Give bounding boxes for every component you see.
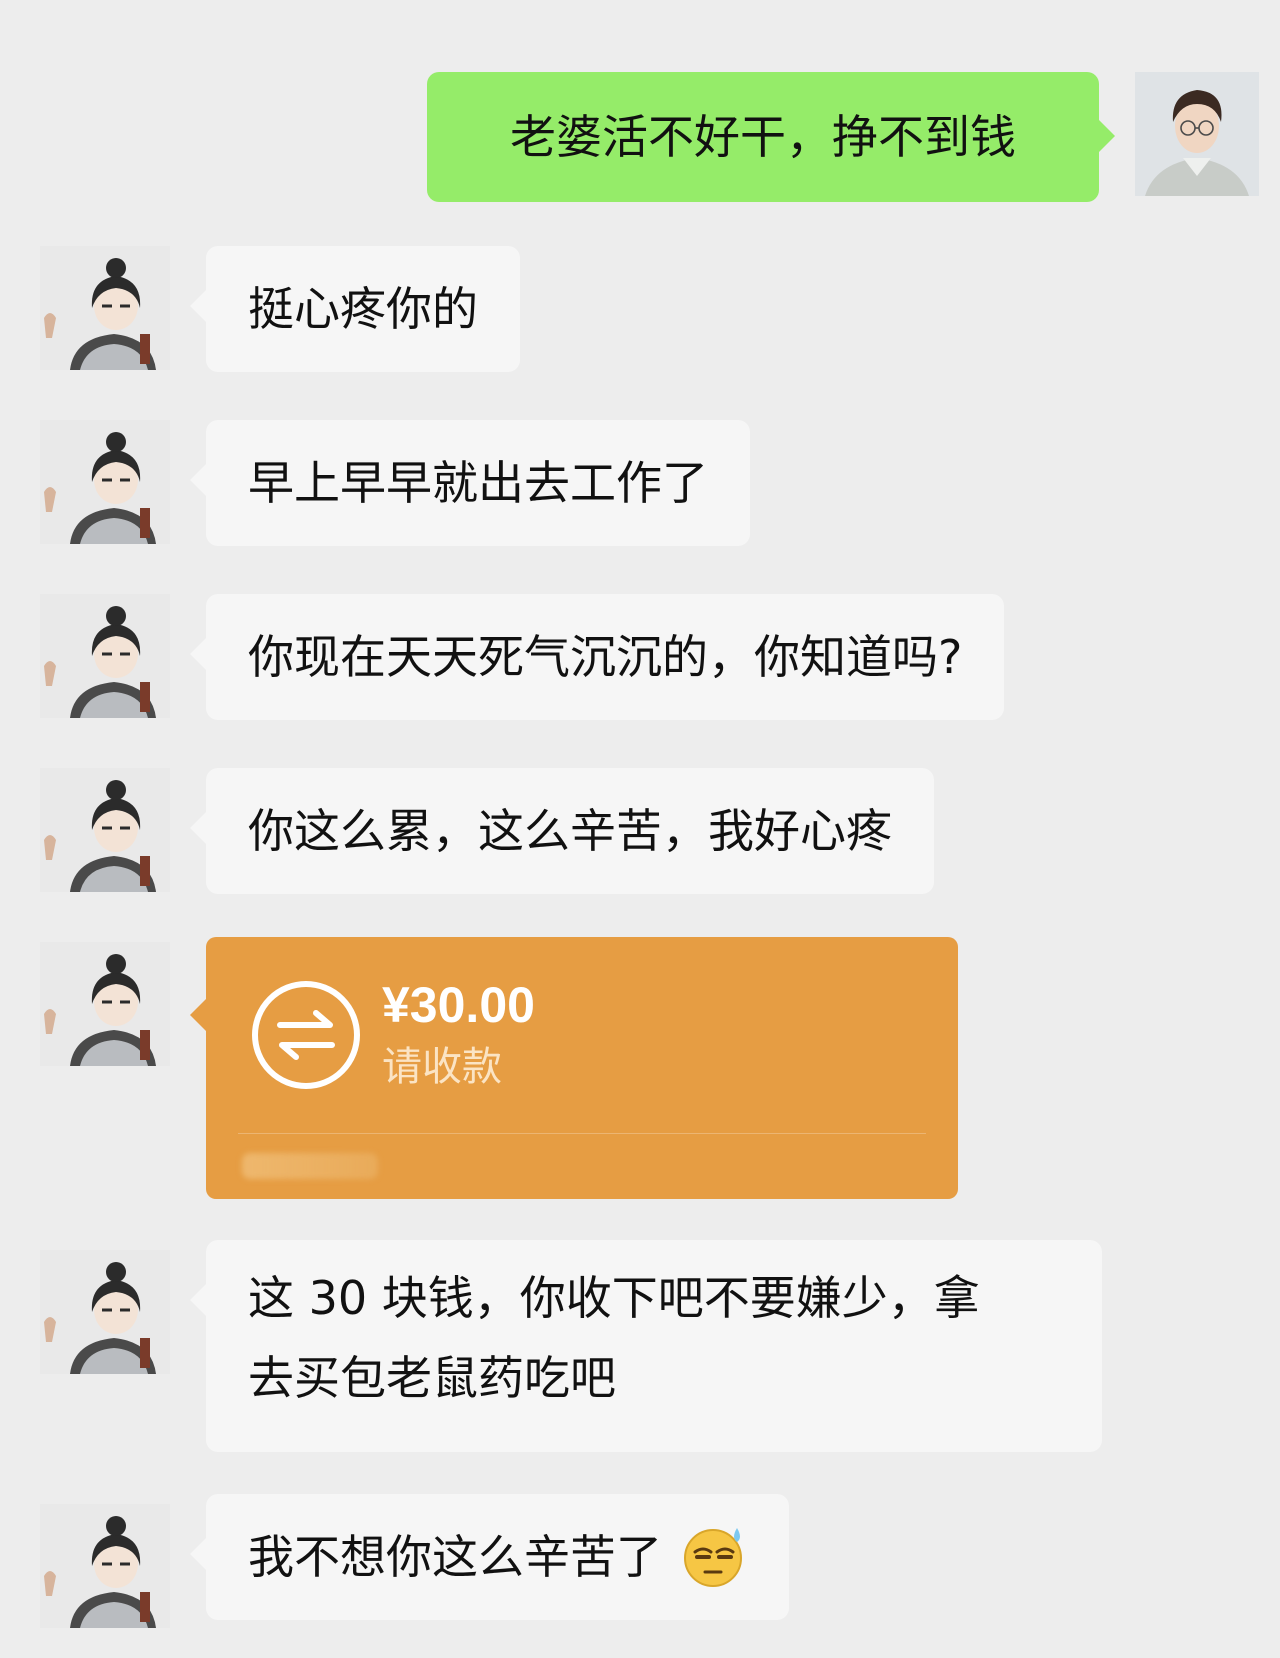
- contact-avatar[interactable]: [40, 1504, 170, 1628]
- message-text: 老婆活不好干，挣不到钱: [510, 110, 1016, 164]
- contact-avatar-image: [40, 1504, 170, 1628]
- contact-message-bubble[interactable]: 这 30 块钱，你收下吧不要嫌少，拿 去买包老鼠药吃吧: [190, 1240, 1102, 1452]
- contact-avatar[interactable]: [40, 246, 170, 370]
- transfer-divider: [238, 1133, 926, 1134]
- message-text: 你这么累，这么辛苦，我好心疼: [248, 804, 892, 858]
- contact-message-bubble[interactable]: 早上早早就出去工作了: [190, 420, 750, 546]
- contact-message-bubble[interactable]: 我不想你这么辛苦了: [190, 1494, 789, 1620]
- contact-avatar-image: [40, 1250, 170, 1374]
- message-text-line: 这 30 块钱，你收下吧不要嫌少，拿: [248, 1271, 980, 1325]
- transfer-amount: ¥30.00: [382, 977, 535, 1033]
- sweat-face-emoji: [681, 1522, 747, 1588]
- transfer-footer-blurred: [242, 1153, 378, 1179]
- contact-avatar-image: [40, 594, 170, 718]
- message-text: 我不想你这么辛苦了: [248, 1530, 662, 1584]
- contact-message-bubble[interactable]: 你现在天天死气沉沉的，你知道吗?: [189, 594, 1005, 720]
- transfer-card[interactable]: ¥30.00 请收款: [190, 937, 958, 1199]
- contact-avatar-image: [40, 942, 170, 1066]
- contact-avatar[interactable]: [40, 594, 170, 718]
- message-text: 早上早早就出去工作了: [248, 456, 708, 510]
- chat-conversation: 老婆活不好干，挣不到钱 挺心疼你的 早上早早就出去工作了 你现在天天死气沉沉的，…: [0, 0, 1280, 1658]
- self-message-bubble[interactable]: 老婆活不好干，挣不到钱: [427, 72, 1115, 202]
- contact-avatar-image: [40, 420, 170, 544]
- contact-avatar[interactable]: [40, 942, 170, 1066]
- message-text: 你现在天天死气沉沉的，你知道吗?: [248, 630, 963, 684]
- transfer-status: 请收款: [382, 1044, 502, 1090]
- contact-avatar[interactable]: [40, 768, 170, 892]
- contact-message-bubble[interactable]: 你这么累，这么辛苦，我好心疼: [190, 768, 934, 894]
- contact-avatar-image: [40, 768, 170, 892]
- self-avatar-image: [1135, 72, 1259, 196]
- self-avatar[interactable]: [1135, 72, 1259, 196]
- contact-avatar-image: [40, 246, 170, 370]
- contact-avatar[interactable]: [40, 420, 170, 544]
- message-text-line: 去买包老鼠药吃吧: [248, 1351, 616, 1405]
- message-text: 挺心疼你的: [248, 282, 478, 336]
- transfer-arrows-icon: [250, 979, 362, 1091]
- contact-avatar[interactable]: [40, 1250, 170, 1374]
- contact-message-bubble[interactable]: 挺心疼你的: [190, 246, 520, 372]
